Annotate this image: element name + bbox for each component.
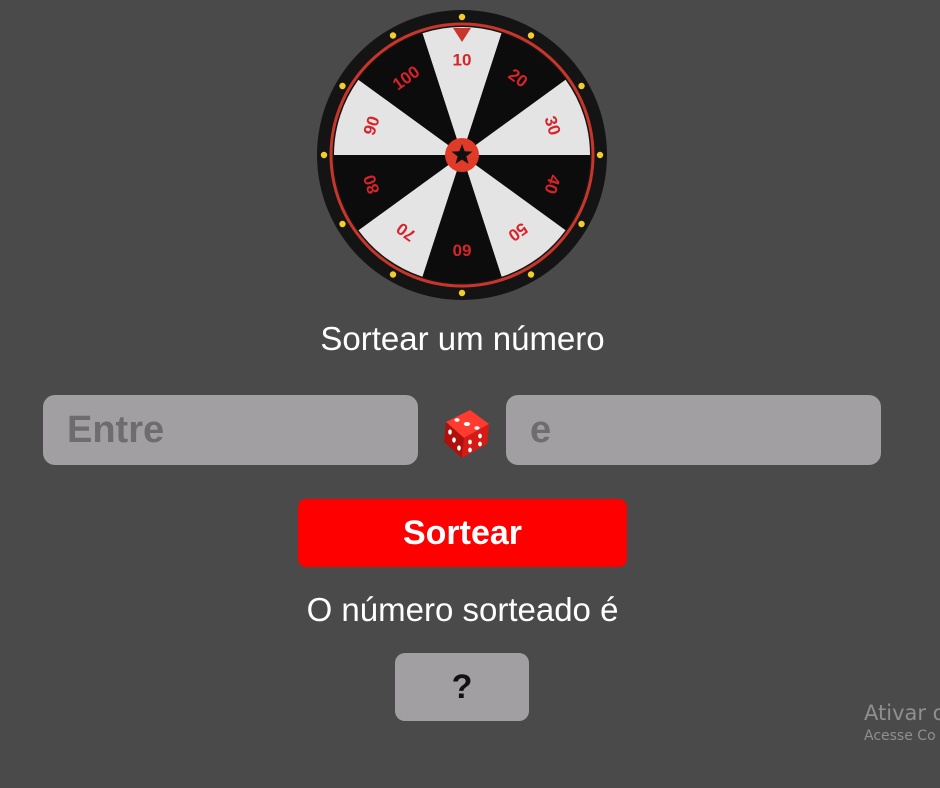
wheel-label: 60 bbox=[453, 241, 472, 260]
dice-icon bbox=[440, 402, 492, 458]
wheel-bulb bbox=[596, 151, 604, 159]
wheel-label: 10 bbox=[453, 51, 472, 70]
wheel-bulb bbox=[339, 82, 346, 90]
max-number-input[interactable] bbox=[506, 395, 881, 465]
wheel-bulb bbox=[339, 220, 346, 228]
min-number-input[interactable] bbox=[43, 395, 418, 465]
wheel-bulb bbox=[578, 220, 585, 228]
wheel-bulb bbox=[527, 271, 535, 278]
wheel-bulb bbox=[578, 82, 585, 90]
draw-button[interactable]: Sortear bbox=[298, 499, 627, 567]
wheel-bulb bbox=[389, 32, 397, 39]
prize-wheel: 10 20 30 40 50 60 70 80 90 100 bbox=[317, 9, 607, 301]
watermark-subtitle: Acesse Co bbox=[864, 728, 936, 744]
wheel-bulb bbox=[527, 32, 535, 39]
watermark-title: Ativar o bbox=[864, 701, 940, 725]
page-title: Sortear um número bbox=[320, 320, 605, 357]
result-value: ? bbox=[395, 653, 529, 721]
prize-wheel-graphic: 102030405060708090100 bbox=[317, 10, 607, 300]
activation-watermark: Ativar o Acesse Co bbox=[864, 700, 940, 746]
wheel-bulb bbox=[458, 289, 466, 297]
wheel-bulb bbox=[458, 13, 466, 21]
wheel-bulb bbox=[389, 271, 397, 278]
wheel-bulb bbox=[320, 151, 328, 159]
result-label: O número sorteado é bbox=[306, 591, 619, 628]
page: 10 20 30 40 50 60 70 80 90 100 Sortear um número … bbox=[0, 0, 940, 788]
